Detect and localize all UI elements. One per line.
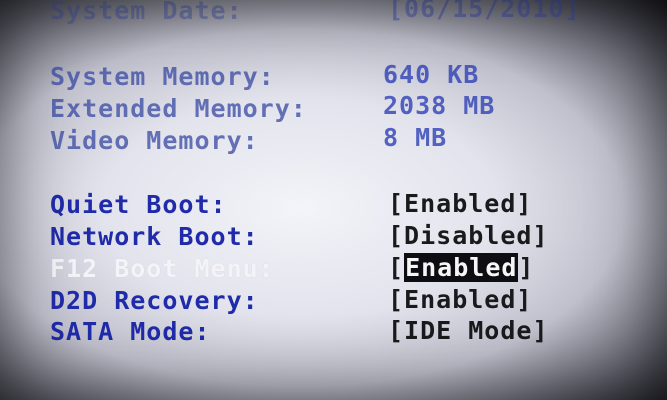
system-memory-label: System Memory: xyxy=(50,62,275,91)
network-boot-value[interactable]: [Disabled] xyxy=(388,221,549,251)
video-memory-label: Video Memory: xyxy=(50,126,259,155)
f12-bracket-open: [ xyxy=(388,253,405,282)
f12-selected-value[interactable]: Enabled xyxy=(404,253,519,282)
network-boot-label: Network Boot: xyxy=(50,222,259,251)
sata-mode-value[interactable]: [IDE Mode] xyxy=(388,316,549,346)
quiet-boot-label: Quiet Boot: xyxy=(50,190,227,219)
f12-boot-menu-value[interactable]: [Enabled] xyxy=(388,253,534,283)
system-date-label: System Date: xyxy=(50,0,243,25)
video-memory-value: 8 MB xyxy=(383,123,448,152)
quiet-boot-value[interactable]: [Enabled] xyxy=(388,189,532,219)
extended-memory-label: Extended Memory: xyxy=(50,94,307,123)
sata-mode-label: SATA Mode: xyxy=(50,317,211,346)
extended-memory-value: 2038 MB xyxy=(383,91,496,120)
d2d-recovery-label: D2D Recovery: xyxy=(50,286,259,315)
d2d-recovery-value[interactable]: [Enabled] xyxy=(388,285,532,315)
system-memory-value: 640 KB xyxy=(383,60,480,89)
system-date-value[interactable]: [06/15/2010] xyxy=(388,0,581,24)
f12-bracket-close: ] xyxy=(518,253,535,282)
f12-boot-menu-label: F12 Boot Menu: xyxy=(50,254,275,283)
bios-main-screen: System Date: [06/15/2010] System Memory:… xyxy=(0,0,667,400)
